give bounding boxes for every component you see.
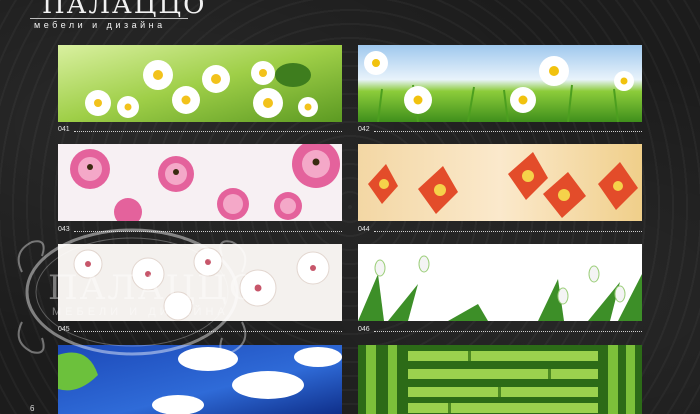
bamboo-image (358, 345, 642, 414)
tile-046[interactable] (358, 244, 642, 321)
snowdrops-image (358, 244, 642, 321)
brand-subtitle: мебели и дизайна (34, 20, 166, 30)
watermark-title: ПАЛАЦЦО (48, 268, 259, 308)
tile-043[interactable] (58, 144, 342, 221)
catalog-page: ПАЛАЦЦО мебели и дизайна 041 042 043 044… (0, 0, 700, 414)
brand-logo: ПАЛАЦЦО мебели и дизайна (30, 0, 204, 36)
brand-title: ПАЛАЦЦО (42, 0, 207, 20)
tile-041[interactable] (58, 45, 342, 122)
watermark-logo: ПАЛАЦЦО МЕБЕЛИ И ДИЗАЙНА (12, 212, 257, 372)
caption-041: 041 (58, 125, 342, 135)
tile-048[interactable] (358, 345, 642, 414)
watermark-subtitle: МЕБЕЛИ И ДИЗАЙНА (52, 306, 229, 318)
dotted-rule (373, 230, 642, 232)
caption-042: 042 (358, 125, 642, 135)
pink-flowers-image (58, 144, 342, 221)
brand-divider (30, 18, 188, 19)
tile-code: 046 (358, 326, 370, 333)
caption-046: 046 (358, 325, 642, 335)
tile-042[interactable] (358, 45, 642, 122)
daisies-image (58, 45, 342, 122)
dotted-rule (373, 330, 642, 332)
meadow-image (358, 45, 642, 122)
lilies-image (358, 144, 642, 221)
tile-code: 041 (58, 126, 70, 133)
tile-code: 042 (358, 126, 370, 133)
dotted-rule (373, 130, 642, 132)
tile-044[interactable] (358, 144, 642, 221)
page-number: 6 (30, 404, 35, 413)
dotted-rule (73, 130, 342, 132)
caption-044: 044 (358, 225, 642, 235)
tile-code: 044 (358, 226, 370, 233)
